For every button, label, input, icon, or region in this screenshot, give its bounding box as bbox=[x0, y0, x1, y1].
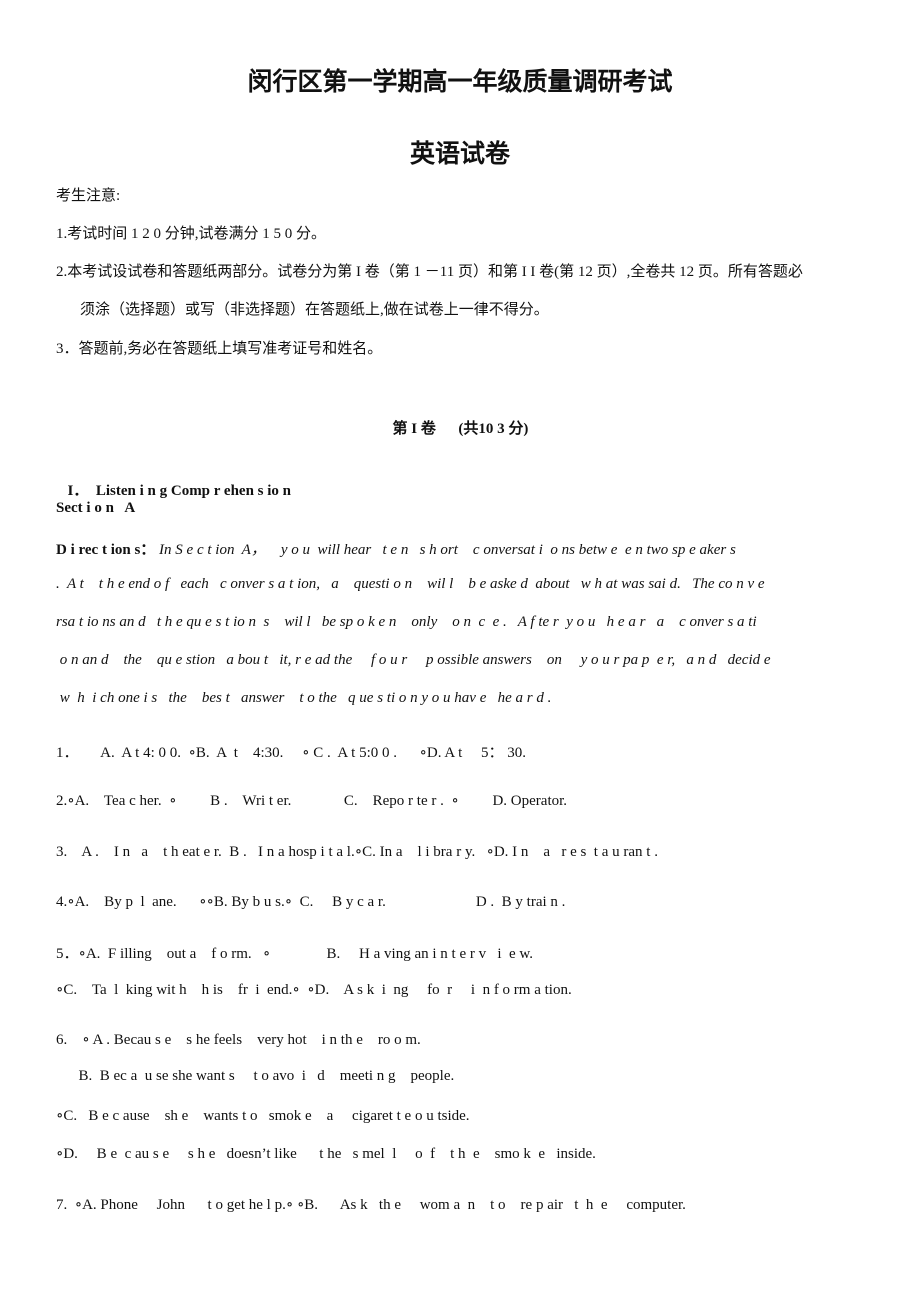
section-title: Listen i n g Comp r ehen s io n bbox=[95, 483, 292, 499]
question-5-options-cd: ∘C. Ta l king wit h h is fr i end.∘ ∘D. … bbox=[56, 982, 572, 998]
directions-text: In S e c t ion A， y o u will hear t e n … bbox=[159, 542, 736, 558]
section-heading: I． Listen i n g Comp r ehen s io n bbox=[60, 462, 292, 500]
directions-line: . A t t h e end o f each c onver s a t i… bbox=[56, 576, 876, 593]
notice-item: 3．答题前,务必在答题纸上填写准考证号和姓名。 bbox=[56, 341, 383, 357]
question-5: 5．∘A. F illing out a f o rm. ∘ B. H a vi… bbox=[56, 946, 534, 962]
directions-line: D i rec t ion s： In S e c t ion A， y o u… bbox=[56, 538, 876, 559]
exam-title: 闵行区第一学期高一年级质量调研考试 bbox=[247, 67, 673, 96]
question-6-option-b: B. B ec a u se she want s t o avo i d me… bbox=[56, 1068, 455, 1084]
directions-text: o n an d the qu e stion a bou t it, r e … bbox=[56, 652, 771, 668]
directions-line: w h i ch one i s the bes t answer t o th… bbox=[56, 690, 876, 707]
question-6-option-d: ∘D. B e c au s e s h e doesn’t like t he… bbox=[56, 1146, 596, 1162]
question-6-option-c: ∘C. B e c ause sh e wants t o smok e a c… bbox=[56, 1108, 470, 1124]
directions-label: D i rec t ion s： bbox=[56, 542, 156, 558]
question-7: 7. ∘A. Phone John t o get he l p.∘ ∘B. A… bbox=[56, 1197, 686, 1213]
part-score: (共10 3 分) bbox=[458, 421, 529, 437]
directions-line: o n an d the qu e stion a bou t it, r e … bbox=[56, 652, 876, 669]
directions-line: rsa t io ns an d t h e qu e s t io n s w… bbox=[56, 614, 876, 631]
question-2: 2.∘A. Tea c her. ∘ B . Wri t er. C. Repo… bbox=[56, 793, 568, 809]
question-6: 6. ∘ A . Becau s e s he feels very hot i… bbox=[56, 1032, 421, 1048]
question-3: 3. A . I n a t h eat e r. B . I n a hosp… bbox=[56, 844, 658, 860]
exam-subtitle: 英语试卷 bbox=[409, 139, 510, 168]
question-1: 1． A. A t 4: 0 0. ∘B. A t 4:30. ∘ C . A … bbox=[56, 745, 527, 761]
notice-item: 1.考试时间 1 2 0 分钟,试卷满分 1 5 0 分。 bbox=[56, 226, 327, 242]
subsection-heading: Sect i o n A bbox=[56, 500, 136, 516]
directions-text: . A t t h e end o f each c onver s a t i… bbox=[56, 576, 765, 592]
notice-item: 2.本考试设试卷和答题纸两部分。试卷分为第 I 卷（第 1 －11 页）和第 I… bbox=[56, 264, 803, 280]
part-label: 第 I 卷 bbox=[392, 421, 436, 437]
directions-text: w h i ch one i s the bes t answer t o th… bbox=[56, 690, 552, 706]
notice-heading: 考生注意: bbox=[56, 188, 121, 204]
directions-text: rsa t io ns an d t h e qu e s t io n s w… bbox=[56, 614, 757, 630]
question-4: 4.∘A. By p l ane. ∘∘B. By b u s.∘ C. B y… bbox=[56, 894, 566, 910]
notice-item-continued: 须涂（选择题）或写（非选择题）在答题纸上,做在试卷上一律不得分。 bbox=[80, 302, 549, 318]
section-roman: I． bbox=[67, 483, 89, 499]
part-heading: 第 I 卷 (共10 3 分) bbox=[385, 400, 529, 438]
